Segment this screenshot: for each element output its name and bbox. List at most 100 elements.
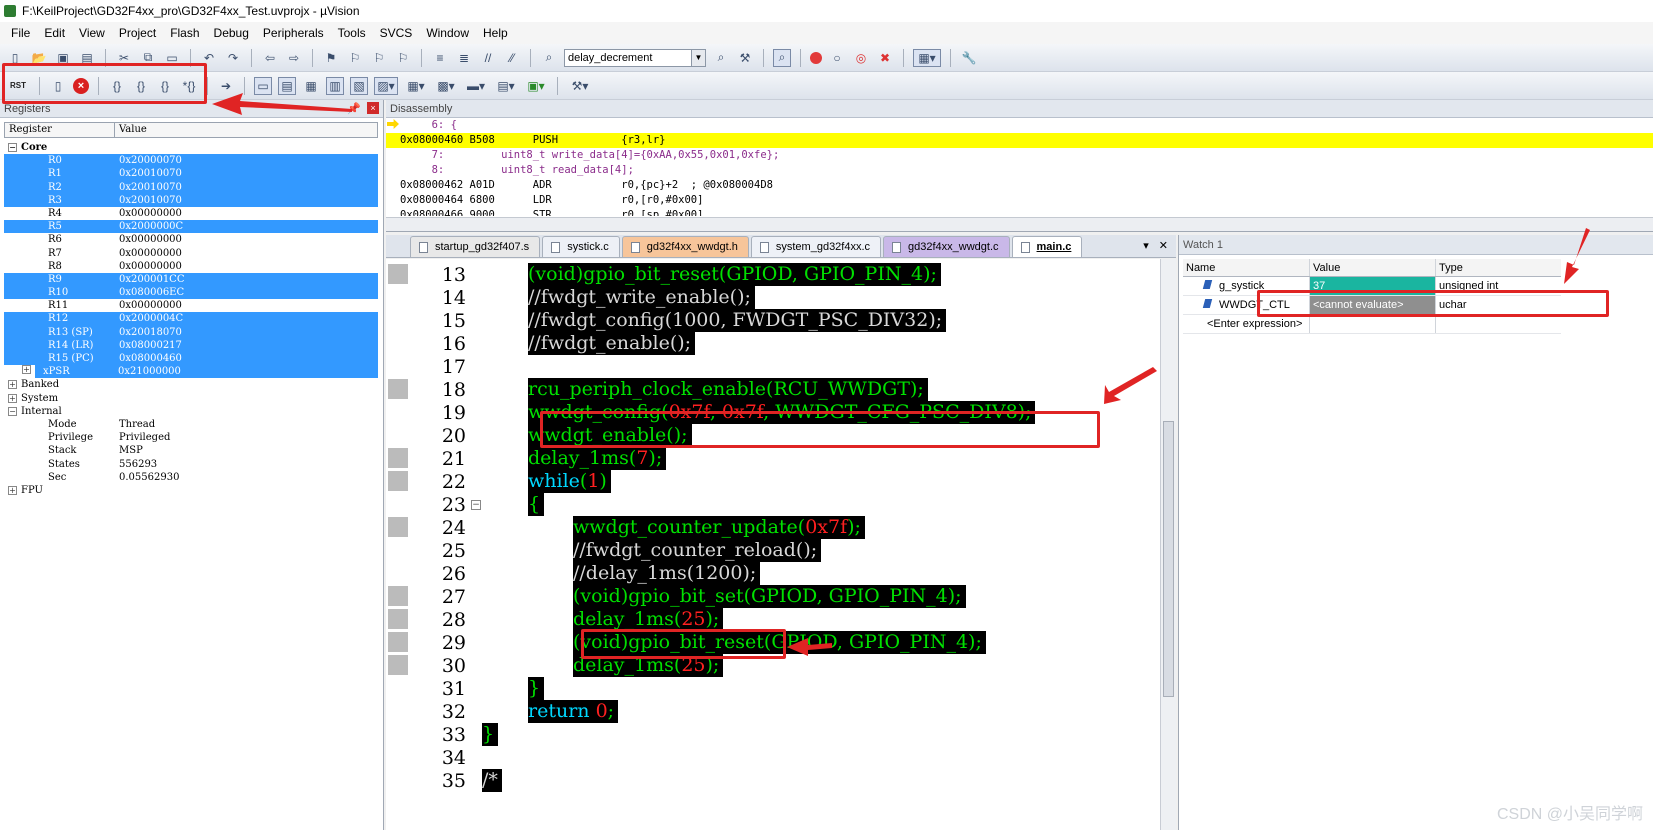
register-value[interactable]: 0x08000460: [119, 352, 378, 366]
incremental-find-icon[interactable]: ⚒: [736, 49, 754, 67]
register-value[interactable]: 0x00000000: [119, 247, 378, 260]
register-value[interactable]: 0x2000000C: [119, 220, 378, 234]
register-row[interactable]: R9 0x200001CC: [4, 272, 378, 287]
tab-system-gd32f4xx-c[interactable]: system_gd32f4xx.c: [750, 236, 882, 257]
register-value[interactable]: 0x2000004C: [119, 312, 378, 326]
disassembly-line[interactable]: 0x08000464 6800 LDR r0,[r0,#0x00]: [386, 193, 1653, 208]
code-line[interactable]: 20 wwdgt_enable();: [386, 424, 1156, 447]
register-row[interactable]: R13 (SP) 0x20018070: [4, 325, 378, 339]
watch-value[interactable]: 37: [1309, 277, 1435, 295]
internal-row[interactable]: States 556293: [4, 458, 378, 471]
unindent-icon[interactable]: ≣: [455, 49, 473, 67]
register-value[interactable]: 0x20010070: [119, 167, 378, 181]
code-line[interactable]: 14 //fwdgt_write_enable();: [386, 286, 1156, 309]
register-row[interactable]: R8 0x00000000: [4, 260, 378, 273]
code-line[interactable]: 23− {: [386, 493, 1156, 516]
code-line[interactable]: 34: [386, 746, 1156, 769]
start-debug-icon[interactable]: ⌕: [773, 48, 791, 67]
internal-row[interactable]: Sec 0.05562930: [4, 471, 378, 484]
memory-window-icon[interactable]: ▦▾: [404, 77, 428, 95]
core-group[interactable]: − Core: [4, 141, 378, 154]
register-value[interactable]: 0x200001CC: [119, 272, 378, 287]
configure-icon[interactable]: 🔧: [960, 49, 978, 67]
register-value[interactable]: 0x21000000: [118, 365, 378, 379]
enter-expression-row[interactable]: <Enter expression>: [1183, 315, 1561, 334]
code-editor[interactable]: 13 (void)gpio_bit_reset(GPIOD, GPIO_PIN_4…: [386, 259, 1176, 830]
code-line[interactable]: 18 rcu_periph_clock_enable(RCU_WWDGT);: [386, 378, 1156, 401]
clear-bookmarks-icon[interactable]: ⚐: [394, 49, 412, 67]
register-group-internal[interactable]: − Internal: [4, 405, 378, 418]
code-line[interactable]: 32 return 0;: [386, 700, 1156, 723]
register-value[interactable]: 0x20010070: [119, 193, 378, 207]
register-row[interactable]: R7 0x00000000: [4, 247, 378, 260]
nav-back-icon[interactable]: ⇦: [261, 49, 279, 67]
cut-icon[interactable]: ✂: [115, 49, 133, 67]
disassembly-listing[interactable]: 6: {0x08000460 B508 PUSH {r3,lr} 7: uint…: [386, 118, 1653, 216]
menu-tools[interactable]: Tools: [333, 26, 375, 40]
tab-main-c[interactable]: main.c: [1011, 236, 1083, 257]
target-combo[interactable]: delay_decrement ▼: [564, 48, 706, 67]
register-value[interactable]: 0x00000000: [119, 233, 378, 246]
register-group-banked[interactable]: + Banked: [4, 378, 378, 391]
code-line[interactable]: 28 delay_1ms(25);: [386, 608, 1156, 631]
code-line[interactable]: 15 //fwdgt_config(1000, FWDGT_PSC_DIV32);: [386, 309, 1156, 332]
register-row[interactable]: R15 (PC) 0x08000460: [4, 352, 378, 366]
serial-window-icon[interactable]: ▩▾: [434, 77, 458, 95]
next-bookmark-icon[interactable]: ⚐: [370, 49, 388, 67]
open-file-icon[interactable]: 📂: [30, 49, 48, 67]
disassembly-current-line[interactable]: 0x08000460 B508 PUSH {r3,lr}: [386, 133, 1653, 148]
step-over-icon[interactable]: {}: [132, 77, 150, 95]
registers-window-icon[interactable]: ▥: [326, 76, 344, 95]
register-row[interactable]: R5 0x2000000C: [4, 220, 378, 234]
watch-row[interactable]: WWDGT_CTL <cannot evaluate> uchar: [1183, 296, 1561, 315]
menu-help[interactable]: Help: [478, 26, 517, 40]
register-row[interactable]: R2 0x20010070: [4, 180, 378, 194]
register-value[interactable]: 0x00000000: [119, 207, 378, 220]
disassembly-window-icon[interactable]: ▤: [278, 76, 296, 95]
disassembly-line[interactable]: 7: uint8_t write_data[4]={0xAA,0x55,0x01…: [386, 148, 1653, 163]
register-value[interactable]: 0x20018070: [119, 325, 378, 339]
enter-expression[interactable]: <Enter expression>: [1183, 315, 1309, 333]
menu-file[interactable]: File: [6, 26, 39, 40]
register-row[interactable]: R10 0x080006EC: [4, 286, 378, 300]
bookmark-icon[interactable]: ⚑: [322, 49, 340, 67]
editor-vscrollbar[interactable]: [1160, 259, 1176, 830]
collapse-icon[interactable]: −: [8, 406, 17, 416]
code-line[interactable]: 25 //fwdgt_counter_reload();: [386, 539, 1156, 562]
window-layout-icon[interactable]: ▦▾: [913, 48, 941, 67]
internal-row[interactable]: Stack MSP: [4, 444, 378, 457]
menu-window[interactable]: Window: [421, 26, 478, 40]
tab-gd32f4xx-wwdgt-c[interactable]: gd32f4xx_wwdgt.c: [883, 236, 1010, 257]
register-row[interactable]: R14 (LR) 0x08000217: [4, 338, 378, 352]
pin-icon[interactable]: 📌: [347, 102, 361, 115]
nav-forward-icon[interactable]: ⇨: [285, 49, 303, 67]
register-row[interactable]: R4 0x00000000: [4, 207, 378, 220]
disassembly-line[interactable]: 8: uint8_t read_data[4];: [386, 163, 1653, 178]
menu-svcs[interactable]: SVCS: [375, 26, 422, 40]
run-to-cursor-icon[interactable]: *{}: [180, 77, 198, 95]
watch-window-icon[interactable]: ▨▾: [374, 76, 398, 95]
register-value[interactable]: 0x20000070: [119, 154, 378, 168]
save-icon[interactable]: ▣: [54, 49, 72, 67]
watch-name-cell[interactable]: WWDGT_CTL: [1183, 296, 1309, 314]
code-line[interactable]: 27 (void)gpio_bit_set(GPIOD, GPIO_PIN_4);: [386, 585, 1156, 608]
code-line[interactable]: 22 while(1): [386, 470, 1156, 493]
expand-icon[interactable]: +: [8, 380, 17, 390]
step-in-icon[interactable]: {}: [108, 77, 126, 95]
code-line[interactable]: 24 wwdgt_counter_update(0x7f);: [386, 516, 1156, 539]
internal-row[interactable]: Mode Thread: [4, 418, 378, 431]
code-line[interactable]: 29 (void)gpio_bit_reset(GPIOD, GPIO_PIN_4…: [386, 631, 1156, 654]
symbols-window-icon[interactable]: ▦: [302, 77, 320, 95]
menu-peripherals[interactable]: Peripherals: [258, 26, 333, 40]
register-value[interactable]: 0x08000217: [119, 338, 378, 352]
menu-debug[interactable]: Debug: [209, 26, 258, 40]
disassembly-line[interactable]: 0x08000466 9000 STR r0,[sp,#0x00]: [386, 208, 1653, 216]
toolbox-icon[interactable]: ⚒▾: [567, 77, 593, 95]
expand-icon[interactable]: +: [8, 393, 17, 403]
code-line[interactable]: 35 /*: [386, 769, 1156, 792]
menu-edit[interactable]: Edit: [39, 26, 74, 40]
code-line[interactable]: 30 delay_1ms(25);: [386, 654, 1156, 677]
redo-icon[interactable]: ↷: [224, 49, 242, 67]
code-line[interactable]: 13 (void)gpio_bit_reset(GPIOD, GPIO_PIN_4…: [386, 263, 1156, 286]
comment-icon[interactable]: //: [479, 49, 497, 67]
